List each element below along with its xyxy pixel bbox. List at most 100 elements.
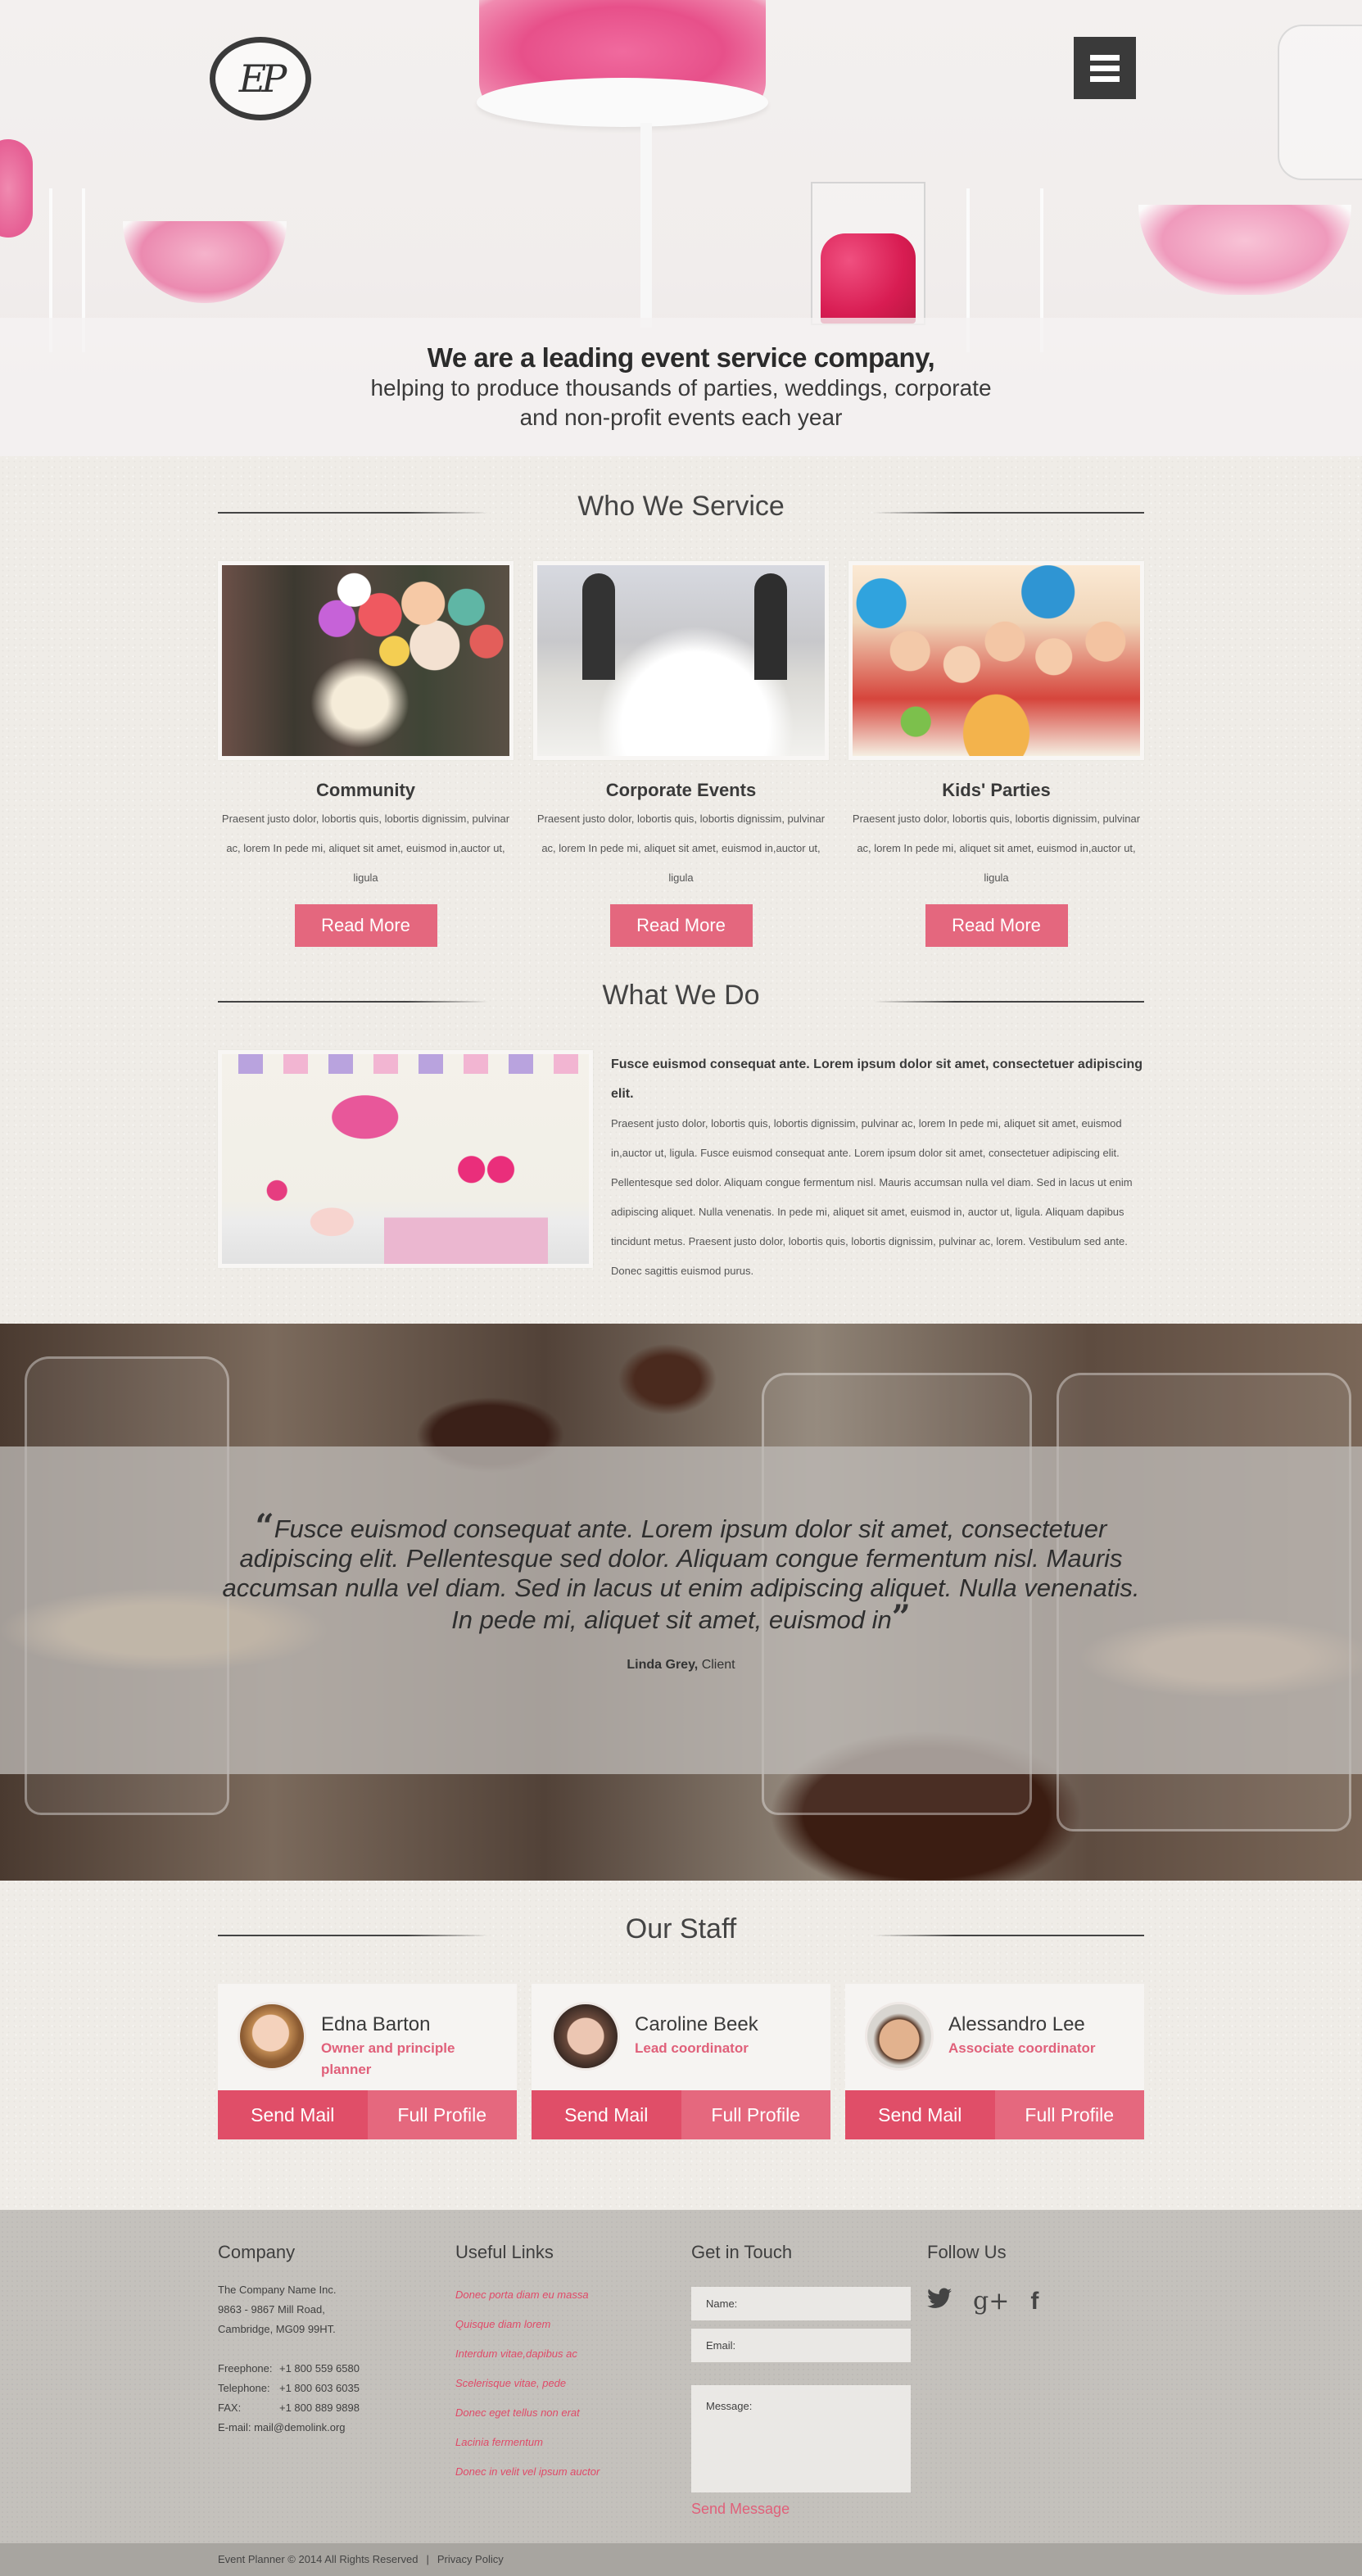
testimonial-author: Linda Grey, Client (0, 1658, 1362, 1673)
hamburger-icon (1090, 65, 1120, 71)
testimonial-band: “Fusce euismod consequat ante. Lorem ips… (0, 1446, 1362, 1774)
service-list: Community Praesent justo dolor, lobortis… (218, 561, 1144, 947)
company-name: The Company Name Inc. (218, 2284, 337, 2296)
staff-role: Associate coordinator (948, 2040, 1096, 2056)
avatar (865, 2002, 934, 2071)
author-role: Client (701, 1658, 735, 1672)
quote-text: Fusce euismod consequat ante. Lorem ipsu… (222, 1514, 1140, 1634)
read-more-button[interactable]: Read More (294, 904, 437, 947)
full-profile-button[interactable]: Full Profile (367, 2090, 517, 2139)
privacy-policy-link[interactable]: Privacy Policy (437, 2553, 504, 2565)
open-quote-icon: “ (255, 1507, 274, 1546)
footer-link[interactable]: Donec eget tellus non erat (455, 2398, 691, 2428)
footer-contact-form: Get in Touch Send Message (691, 2241, 927, 2518)
hero-bowl-image (123, 221, 287, 303)
address-line: 9863 - 9867 Mill Road, (218, 2303, 325, 2316)
hero-bowl-image (0, 139, 33, 238)
service-card-kids-parties: Kids' Parties Praesent justo dolor, lobo… (848, 561, 1144, 947)
name-field[interactable] (691, 2287, 911, 2320)
footer-follow-us: Follow Us g+ f (927, 2241, 1144, 2518)
contact-row: Telephone: +1 800 603 6035 (218, 2379, 455, 2398)
copyright-separator: | (426, 2553, 429, 2565)
company-address: The Company Name Inc. 9863 - 9867 Mill R… (218, 2280, 455, 2339)
service-image-frame (218, 561, 514, 760)
service-image-frame (533, 561, 829, 760)
staff-card: Edna Barton Owner and principle planner … (218, 1984, 517, 2139)
footer-link[interactable]: Lacinia fermentum (455, 2428, 691, 2457)
hero-tagline-band: We are a leading event service company, … (0, 318, 1362, 456)
footer-heading: Useful Links (455, 2242, 554, 2262)
staff-card: Caroline Beek Lead coordinator Send Mail… (532, 1984, 830, 2139)
what-we-do-section: Fusce euismod consequat ante. Lorem ipsu… (218, 1050, 1144, 1286)
who-we-service-section: Who We Service Community Praesent justo … (218, 486, 1144, 1286)
what-we-do-heading: Fusce euismod consequat ante. Lorem ipsu… (611, 1057, 1143, 1101)
contact-label: Freephone: (218, 2362, 273, 2375)
testimonial-quote: “Fusce euismod consequat ante. Lorem ips… (215, 1510, 1148, 1637)
footer-link[interactable]: Scelerisque vitae, pede (455, 2369, 691, 2398)
footer-useful-links: Useful Links Donec porta diam eu massa Q… (455, 2241, 691, 2518)
kids-parties-image (853, 565, 1140, 756)
hamburger-icon (1090, 54, 1120, 61)
staff-name: Edna Barton (321, 2013, 431, 2035)
footer: Company The Company Name Inc. 9863 - 986… (0, 2210, 1362, 2543)
corporate-events-image (537, 565, 825, 756)
staff-section: Our Staff Edna Barton Owner and principl… (218, 1908, 1144, 2210)
heading-divider (218, 1001, 488, 1003)
contact-label: FAX: (218, 2402, 242, 2414)
section-title: Our Staff (625, 1913, 737, 1944)
service-description: Praesent justo dolor, lobortis quis, lob… (221, 813, 510, 884)
heading-divider (874, 512, 1144, 514)
footer-heading: Follow Us (927, 2242, 1007, 2262)
read-more-button[interactable]: Read More (925, 904, 1068, 947)
footer-link[interactable]: Donec porta diam eu massa (455, 2280, 691, 2310)
send-mail-button[interactable]: Send Mail (218, 2090, 368, 2139)
company-contacts: Freephone: +1 800 559 6580 Telephone: +1 8… (218, 2359, 455, 2438)
hero-bowl-image (1138, 205, 1351, 295)
send-message-button[interactable]: Send Message (691, 2501, 790, 2518)
contact-value: +1 800 889 9898 (279, 2402, 360, 2414)
footer-link[interactable]: Donec in velit vel ipsum auctor (455, 2457, 691, 2487)
hero-headline: We are a leading event service company, (427, 342, 935, 373)
full-profile-button[interactable]: Full Profile (994, 2090, 1144, 2139)
service-description: Praesent justo dolor, lobortis quis, lob… (852, 813, 1141, 884)
section-title: What We Do (602, 980, 760, 1011)
contact-value: +1 800 603 6035 (279, 2382, 360, 2394)
service-card-community: Community Praesent justo dolor, lobortis… (218, 561, 514, 947)
service-image-frame (848, 561, 1144, 760)
address-line: Cambridge, MG09 99HT. (218, 2323, 336, 2335)
full-profile-button[interactable]: Full Profile (681, 2090, 830, 2139)
heading-divider (218, 512, 488, 514)
footer-link[interactable]: Interdum vitae,dapibus ac (455, 2339, 691, 2369)
hero-stand-image (640, 123, 652, 328)
service-title: Kids' Parties (942, 780, 1051, 800)
footer-link[interactable]: Quisque diam lorem (455, 2310, 691, 2339)
what-we-do-body: Praesent justo dolor, lobortis quis, lob… (611, 1117, 1133, 1277)
service-title: Community (316, 780, 415, 800)
message-field[interactable] (691, 2385, 911, 2492)
avatar (238, 2002, 306, 2071)
close-quote-icon: ” (891, 1598, 911, 1637)
read-more-button[interactable]: Read More (609, 904, 753, 947)
send-mail-button[interactable]: Send Mail (532, 2090, 681, 2139)
twitter-icon[interactable] (927, 2288, 952, 2316)
hero-jar-image (1278, 25, 1362, 180)
what-we-do-image-frame (218, 1050, 593, 1268)
facebook-icon[interactable]: f (1030, 2288, 1038, 2316)
hero-banner: EP We are a leading event service compan… (0, 0, 1362, 456)
author-name: Linda Grey, (627, 1658, 699, 1672)
google-plus-icon[interactable]: g+ (973, 2287, 1009, 2316)
footer-heading: Get in Touch (691, 2242, 793, 2262)
testimonial-section: “Fusce euismod consequat ante. Lorem ips… (0, 1324, 1362, 1881)
contact-row: Freephone: +1 800 559 6580 (218, 2359, 455, 2379)
send-mail-button[interactable]: Send Mail (845, 2090, 995, 2139)
copyright-text: Event Planner © 2014 All Rights Reserved (218, 2553, 419, 2565)
heading-divider (874, 1001, 1144, 1003)
email-link[interactable]: mail@demolink.org (254, 2421, 345, 2433)
menu-button[interactable] (1074, 37, 1136, 99)
email-field[interactable] (691, 2329, 911, 2362)
staff-name: Alessandro Lee (948, 2013, 1085, 2035)
service-card-corporate-events: Corporate Events Praesent justo dolor, l… (533, 561, 829, 947)
service-description: Praesent justo dolor, lobortis quis, lob… (536, 813, 826, 884)
hero-cake-plate-image (477, 78, 768, 127)
site-logo[interactable]: EP (210, 37, 311, 120)
